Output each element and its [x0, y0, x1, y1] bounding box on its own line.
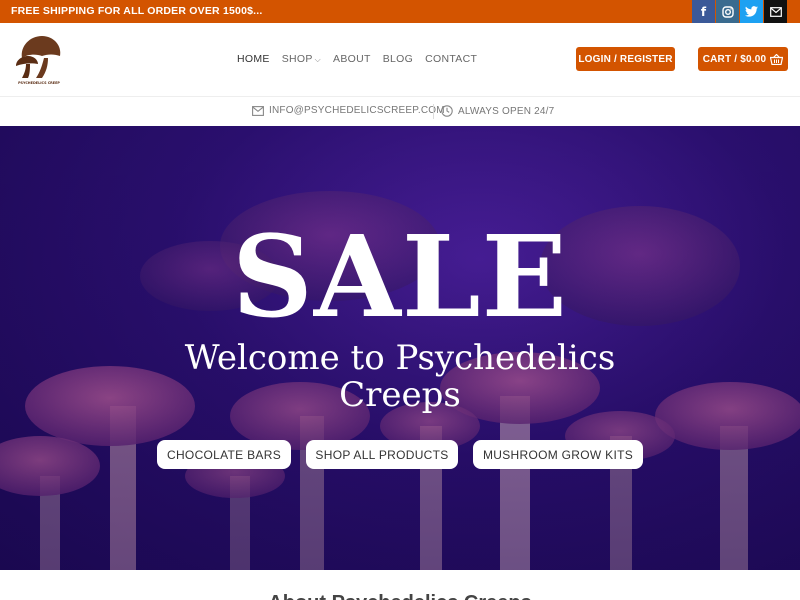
instagram-link[interactable]: [716, 0, 739, 23]
main-nav: HOME SHOP ⌵ ABOUT BLOG CONTACT: [237, 53, 477, 65]
clock-icon: [441, 105, 453, 117]
twitter-icon: [745, 6, 758, 17]
hero-welcome-text: Welcome to Psychedelics Creeps: [184, 338, 616, 416]
svg-text:PSYCHEDELICS CREEP: PSYCHEDELICS CREEP: [18, 81, 60, 85]
mushroom-logo-icon: PSYCHEDELICS CREEP: [16, 36, 60, 85]
basket-icon: [770, 53, 784, 65]
cart-button[interactable]: CART / $0.00: [698, 47, 788, 71]
shop-all-products-label: SHOP ALL PRODUCTS: [315, 447, 449, 462]
login-register-label: LOGIN / REGISTER: [578, 53, 673, 65]
facebook-icon: f: [700, 4, 707, 19]
info-hours: ALWAYS OPEN 24/7: [441, 105, 554, 117]
info-email[interactable]: INFO@PSYCHEDELICSCREEP.COM: [252, 105, 445, 116]
envelope-icon: [252, 105, 264, 116]
nav-contact[interactable]: CONTACT: [425, 53, 477, 65]
chocolate-bars-button[interactable]: CHOCOLATE BARS: [157, 440, 291, 469]
mushroom-grow-kits-button[interactable]: MUSHROOM GROW KITS: [473, 440, 643, 469]
about-section: About Psychedelics Creeps: [0, 570, 800, 600]
facebook-link[interactable]: f: [692, 0, 715, 23]
info-email-text: INFO@PSYCHEDELICSCREEP.COM: [269, 105, 445, 116]
info-divider: [433, 104, 434, 119]
chevron-down-icon: ⌵: [314, 55, 322, 64]
site-logo[interactable]: PSYCHEDELICS CREEP: [14, 32, 64, 86]
chocolate-bars-label: CHOCOLATE BARS: [167, 447, 281, 462]
top-promo-bar: FREE SHIPPING FOR ALL ORDER OVER 1500$..…: [0, 0, 800, 23]
info-hours-text: ALWAYS OPEN 24/7: [458, 105, 555, 117]
login-register-button[interactable]: LOGIN / REGISTER: [576, 47, 675, 71]
hero-sale-heading: SALE: [232, 212, 568, 343]
email-icon: [769, 6, 782, 17]
nav-about[interactable]: ABOUT: [333, 53, 371, 65]
hero-banner: SALE Welcome to Psychedelics Creeps CHOC…: [0, 126, 800, 570]
cart-label: CART / $0.00: [702, 53, 767, 65]
nav-blog[interactable]: BLOG: [383, 53, 413, 65]
mushroom-grow-kits-label: MUSHROOM GROW KITS: [482, 447, 634, 462]
info-bar: INFO@PSYCHEDELICSCREEP.COM ALWAYS OPEN 2…: [0, 97, 800, 126]
about-heading: About Psychedelics Creeps: [0, 592, 800, 600]
site-header: PSYCHEDELICS CREEP HOME SHOP ⌵ ABOUT BLOG…: [0, 23, 800, 97]
shop-all-products-button[interactable]: SHOP ALL PRODUCTS: [306, 440, 458, 469]
instagram-icon: [721, 5, 734, 18]
twitter-link[interactable]: [740, 0, 763, 23]
nav-shop-label: SHOP: [281, 53, 313, 65]
nav-shop[interactable]: SHOP ⌵: [282, 53, 321, 65]
nav-home[interactable]: HOME: [237, 53, 270, 65]
email-link[interactable]: [764, 0, 787, 23]
free-shipping-promo: FREE SHIPPING FOR ALL ORDER OVER 1500$..…: [11, 5, 263, 17]
